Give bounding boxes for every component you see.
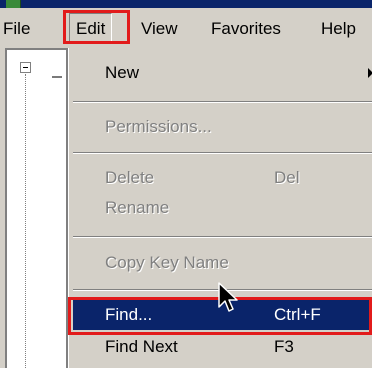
menu-item-rename[interactable]: Rename [73,193,372,223]
menu-view[interactable]: View [141,18,178,40]
menu-item-permissions-label: Permissions... [105,117,212,136]
menu-item-rename-label: Rename [105,198,170,217]
menu-separator [73,236,372,238]
menu-help[interactable]: Help [321,18,356,40]
tree-collapse-icon[interactable] [20,62,31,73]
menu-item-copy-key-name-label: Copy Key Name [105,253,229,272]
menu-separator [73,152,372,154]
menu-item-copy-key-name[interactable]: Copy Key Name [73,248,372,278]
menu-item-delete-shortcut: Del [274,168,300,187]
tree-line [25,74,27,368]
menu-file[interactable]: File [3,18,30,40]
menu-item-permissions[interactable]: Permissions... [73,112,372,142]
edit-dropdown-menu: New Permissions... Delete Del Rename Cop… [68,48,372,368]
menu-item-delete-label: Delete [105,168,155,187]
menu-item-find-next[interactable]: Find Next F3 [73,332,372,362]
app-icon [6,0,21,8]
submenu-arrow-icon [368,68,372,78]
title-bar [0,0,372,8]
tree-node-icon [52,72,62,78]
menu-item-new-label: New [105,63,140,82]
menu-bar: File Edit View Favorites Help [0,8,372,48]
menu-item-new[interactable]: New [73,58,372,88]
menu-edit[interactable]: Edit [69,13,113,43]
menu-item-find-next-shortcut: F3 [274,337,294,356]
menu-item-find-shortcut: Ctrl+F [274,305,321,324]
menu-favorites[interactable]: Favorites [211,18,281,40]
mouse-cursor-icon [218,282,238,312]
menu-item-delete[interactable]: Delete Del [73,163,372,193]
menu-item-find-next-label: Find Next [105,337,178,356]
menu-separator [73,101,372,103]
menu-item-find-label: Find... [105,305,153,324]
